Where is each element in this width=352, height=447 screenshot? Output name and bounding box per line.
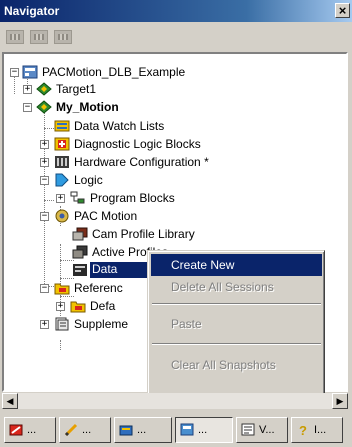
grid-view-icon[interactable] — [6, 30, 24, 44]
folder-icon — [70, 301, 86, 313]
tree-item-my-motion[interactable]: − My_Motion — [4, 99, 344, 118]
tree-item-label: Referenc — [74, 281, 123, 295]
pencil-icon — [64, 423, 78, 437]
horizontal-scrollbar[interactable]: ◀ ▶ — [2, 393, 348, 409]
image-view-icon[interactable] — [30, 30, 48, 44]
scroll-left-arrow[interactable]: ◀ — [2, 393, 18, 409]
context-menu: Create New Delete All Sessions Paste Cle… — [147, 250, 325, 400]
list-view-icon[interactable] — [54, 30, 72, 44]
expand-toggle[interactable]: + — [40, 158, 49, 167]
tree-item-diagnostic-logic-blocks[interactable]: + Diagnostic Logic Blocks — [4, 136, 344, 155]
diagnostic-icon — [54, 137, 70, 151]
menu-separator — [152, 303, 321, 305]
menu-item-paste[interactable]: Paste — [151, 313, 322, 335]
tab-navigator[interactable]: ... — [175, 417, 233, 443]
expand-toggle[interactable]: + — [56, 194, 65, 203]
tree-item-label: PACMotion_DLB_Example — [42, 65, 186, 79]
svg-text:?: ? — [299, 423, 307, 437]
navigator-window: Navigator × − PACMotion_DLB_Example + Ta… — [0, 0, 352, 447]
toolchest-icon — [119, 425, 133, 436]
collapse-toggle[interactable]: − — [10, 68, 19, 77]
tree-item-label: My_Motion — [56, 100, 119, 114]
tree-item-label: Suppleme — [74, 317, 129, 331]
menu-item-clear-all-snapshots[interactable]: Clear All Snapshots — [151, 354, 322, 376]
tab-label: ... — [137, 424, 147, 436]
menu-item-create-new[interactable]: Create New — [151, 254, 322, 276]
tree-item-label: PAC Motion — [74, 209, 138, 223]
supplement-icon — [55, 317, 69, 331]
tree-item-label: Program Blocks — [90, 191, 175, 205]
tree-item-label: Hardware Configuration * — [74, 155, 209, 169]
tree-item-program-blocks[interactable]: + Program Blocks — [4, 190, 344, 209]
tree-item-label: Diagnostic Logic Blocks — [74, 137, 201, 151]
collapse-toggle[interactable]: − — [40, 212, 49, 221]
tree-item-target1[interactable]: + Target1 — [4, 81, 344, 100]
active-profile-icon — [72, 245, 88, 259]
tab-label: ... — [27, 424, 37, 436]
tree-item-logic[interactable]: − Logic — [4, 172, 344, 191]
help-icon: ? — [299, 423, 307, 437]
cam-profile-icon — [72, 227, 88, 241]
tab-label: ... — [82, 424, 92, 436]
close-icon[interactable]: × — [335, 3, 350, 18]
tab-label: ... — [198, 424, 208, 436]
expand-toggle[interactable]: + — [23, 85, 32, 94]
tab-inspector[interactable]: ... — [59, 417, 111, 443]
navigator-icon — [180, 423, 194, 436]
tree-item-label: Target1 — [56, 82, 97, 96]
tab-toolchest[interactable]: ... — [114, 417, 172, 443]
tree-item-label: Data Watch Lists — [74, 119, 165, 133]
navigator-toolbar — [0, 24, 352, 50]
tree-item-cam-profile-library[interactable]: Cam Profile Library — [4, 226, 344, 245]
program-blocks-icon — [70, 191, 85, 204]
hardware-icon — [55, 156, 69, 168]
tab-variables[interactable]: V... — [236, 417, 288, 443]
project-icon — [22, 65, 38, 79]
pac-motion-icon — [55, 209, 69, 223]
scroll-right-arrow[interactable]: ▶ — [332, 393, 348, 409]
collapse-toggle[interactable]: − — [23, 103, 32, 112]
tab-help[interactable]: ? I... — [291, 417, 343, 443]
data-window-icon — [73, 264, 87, 276]
expand-toggle[interactable]: + — [40, 320, 49, 329]
tree-item-label: Cam Profile Library — [92, 227, 195, 241]
variables-icon — [241, 423, 255, 436]
project-tab-icon — [9, 424, 23, 436]
target-icon — [36, 82, 52, 96]
logic-icon — [55, 173, 69, 187]
collapse-toggle[interactable]: − — [40, 176, 49, 185]
menu-separator — [152, 343, 321, 345]
window-title: Navigator — [4, 4, 60, 18]
menu-item-delete-all-sessions[interactable]: Delete All Sessions — [151, 276, 322, 298]
tree-item-pac-motion[interactable]: − PAC Motion — [4, 208, 344, 227]
tree-item-label: Defa — [90, 299, 116, 313]
tree-item-label: Logic — [74, 173, 103, 187]
tab-label: I... — [314, 424, 327, 436]
tab-project[interactable]: ... — [4, 417, 56, 443]
expand-toggle[interactable]: + — [40, 140, 49, 149]
tab-label: V... — [259, 424, 275, 436]
tree-item-data-watch-lists[interactable]: Data Watch Lists — [4, 118, 344, 137]
navigator-tabs: ... ... ... ... V... ? I... — [0, 411, 352, 447]
collapse-toggle[interactable]: − — [40, 284, 49, 293]
tree-item-hardware-configuration[interactable]: + Hardware Configuration * — [4, 154, 344, 173]
expand-toggle[interactable]: + — [56, 302, 65, 311]
folder-icon — [54, 283, 70, 295]
title-bar[interactable]: Navigator × — [0, 0, 352, 22]
data-watch-icon — [54, 120, 70, 132]
target-icon — [36, 100, 52, 114]
